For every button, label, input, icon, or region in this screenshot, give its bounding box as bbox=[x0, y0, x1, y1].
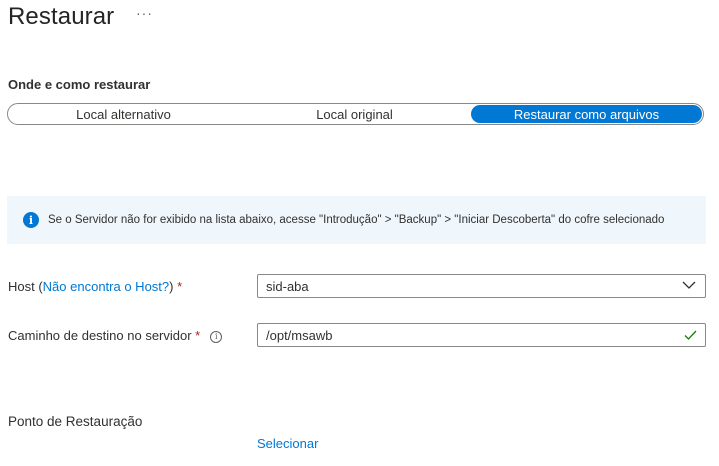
destination-path-value: /opt/msawb bbox=[266, 327, 333, 343]
more-options-button[interactable]: ··· bbox=[136, 6, 153, 20]
option-original-location[interactable]: Local original bbox=[239, 104, 470, 124]
destination-path-label: Caminho de destino no servidor * i bbox=[8, 328, 223, 343]
host-dropdown[interactable]: sid-aba bbox=[257, 274, 706, 298]
checkmark-icon bbox=[684, 330, 697, 340]
info-banner-text: Se o Servidor não for exibido na lista a… bbox=[48, 214, 665, 226]
restore-point-title: Ponto de Restauração bbox=[8, 414, 143, 429]
required-marker: * bbox=[195, 328, 201, 343]
chevron-down-icon bbox=[682, 281, 696, 289]
host-label-close: ) bbox=[169, 279, 178, 294]
host-label: Host (Não encontra o Host?) * bbox=[8, 279, 182, 294]
title-row: Restaurar bbox=[8, 2, 114, 32]
restore-location-title: Onde e como restaurar bbox=[8, 77, 151, 92]
required-marker: * bbox=[177, 279, 183, 294]
restore-location-toggle: Local alternativo Local original Restaur… bbox=[7, 103, 704, 125]
select-restore-point-link[interactable]: Selecionar bbox=[257, 436, 318, 451]
option-alternate-location[interactable]: Local alternativo bbox=[8, 104, 239, 124]
info-icon: i bbox=[23, 212, 39, 228]
host-label-text: Host ( bbox=[8, 279, 43, 294]
destination-path-input[interactable]: /opt/msawb bbox=[257, 323, 706, 347]
info-banner: i Se o Servidor não for exibido na lista… bbox=[7, 196, 706, 244]
option-restore-as-files[interactable]: Restaurar como arquivos bbox=[471, 105, 702, 123]
destination-path-label-text: Caminho de destino no servidor bbox=[8, 328, 196, 343]
page-title: Restaurar bbox=[8, 3, 115, 30]
host-not-found-link[interactable]: Não encontra o Host? bbox=[43, 279, 169, 294]
restore-blade: Restaurar ··· Onde e como restaurar Loca… bbox=[0, 0, 719, 466]
host-dropdown-value: sid-aba bbox=[266, 278, 309, 294]
info-tooltip-icon[interactable]: i bbox=[210, 330, 223, 343]
